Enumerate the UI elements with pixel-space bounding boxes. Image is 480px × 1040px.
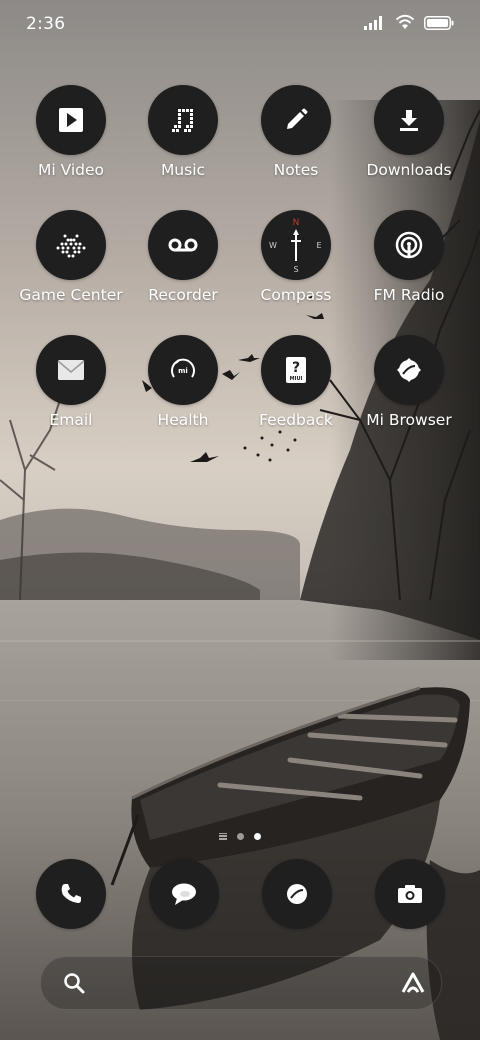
health-mi-text: mi: [178, 367, 188, 375]
feedback-miui-text: MIUI: [290, 376, 303, 382]
signal-icon: [364, 15, 386, 34]
battery-icon: [424, 15, 454, 34]
app-label: Notes: [273, 161, 319, 179]
mi-health-icon[interactable]: mi: [148, 335, 218, 405]
radio-broadcast-icon[interactable]: [374, 210, 444, 280]
app-email[interactable]: Email: [15, 335, 127, 429]
compass-east-label: E: [316, 241, 321, 250]
app-game-center[interactable]: Game Center: [15, 210, 127, 304]
app-compass[interactable]: N E S W Compass: [240, 210, 352, 304]
phone-icon[interactable]: [36, 859, 106, 929]
envelope-icon[interactable]: [36, 335, 106, 405]
status-icons: [364, 14, 454, 34]
search-input[interactable]: [101, 957, 375, 1011]
search-icon[interactable]: [63, 972, 85, 998]
app-label: Game Center: [19, 286, 123, 304]
music-note-icon[interactable]: [148, 85, 218, 155]
app-label: Health: [157, 411, 209, 429]
app-music[interactable]: Music: [127, 85, 239, 179]
app-mi-video[interactable]: Mi Video: [15, 85, 127, 179]
messages-icon[interactable]: [149, 859, 219, 929]
page-indicator[interactable]: [0, 826, 480, 846]
app-downloads[interactable]: Downloads: [353, 85, 465, 179]
compass-west-label: W: [269, 241, 277, 250]
assistant-icon[interactable]: [399, 970, 427, 1000]
page-dot-2-active[interactable]: [254, 832, 261, 840]
browser-icon[interactable]: [262, 859, 332, 929]
dock-browser[interactable]: [262, 859, 332, 929]
search-bar[interactable]: [40, 956, 442, 1011]
play-icon[interactable]: [36, 85, 106, 155]
app-label: Music: [160, 161, 206, 179]
feedback-question-mark: ?: [292, 360, 300, 376]
app-notes[interactable]: Notes: [240, 85, 352, 179]
app-mi-browser[interactable]: Mi Browser: [353, 335, 465, 429]
app-label: FM Radio: [373, 286, 445, 304]
status-time: 2:36: [26, 14, 66, 34]
compass-south-label: S: [293, 265, 298, 274]
app-label: Recorder: [148, 286, 218, 304]
app-label: Email: [49, 411, 93, 429]
app-label: Downloads: [366, 161, 452, 179]
pencil-icon[interactable]: [261, 85, 331, 155]
wifi-icon: [395, 14, 415, 34]
app-recorder[interactable]: Recorder: [127, 210, 239, 304]
dock-messages[interactable]: [149, 859, 219, 929]
app-fm-radio[interactable]: FM Radio: [353, 210, 465, 304]
app-feedback[interactable]: ? MIUI Feedback: [240, 335, 352, 429]
voicemail-icon[interactable]: [148, 210, 218, 280]
app-health[interactable]: mi Health: [127, 335, 239, 429]
game-invader-icon[interactable]: [36, 210, 106, 280]
compass-icon[interactable]: N E S W: [261, 210, 331, 280]
app-label: Mi Browser: [366, 411, 452, 429]
app-label: Compass: [260, 286, 332, 304]
browser-icon[interactable]: [374, 335, 444, 405]
page-indicator-menu-icon: [219, 832, 227, 840]
miui-question-icon[interactable]: ? MIUI: [261, 335, 331, 405]
dock-camera[interactable]: [375, 859, 445, 929]
app-label: Feedback: [259, 411, 333, 429]
app-label: Mi Video: [37, 161, 105, 179]
dock-phone[interactable]: [36, 859, 106, 929]
status-bar: 2:36: [0, 0, 480, 50]
page-dot-1[interactable]: [237, 832, 244, 840]
compass-north-label: N: [293, 218, 300, 228]
download-icon[interactable]: [374, 85, 444, 155]
camera-icon[interactable]: [375, 859, 445, 929]
